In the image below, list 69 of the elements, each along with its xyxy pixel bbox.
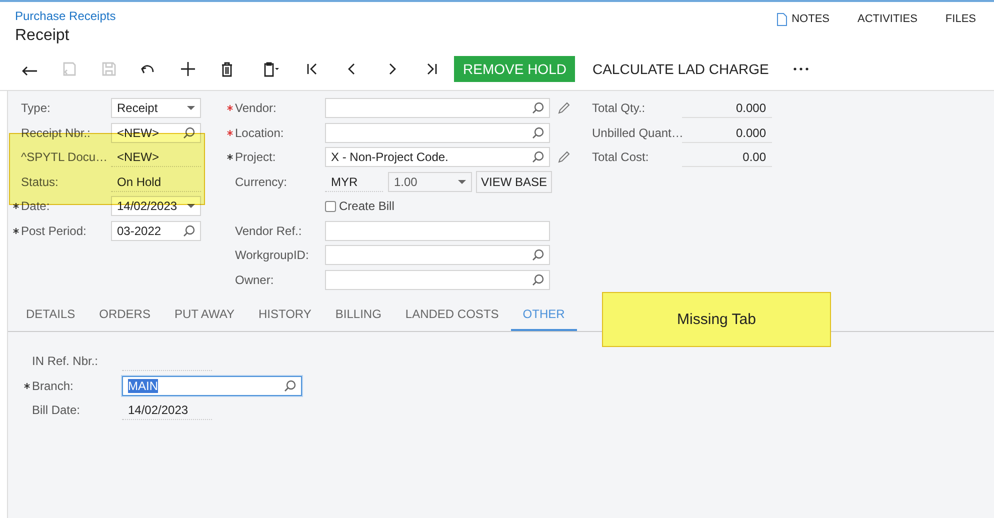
pencil-icon[interactable] xyxy=(558,102,570,114)
readonly-field: <NEW> xyxy=(111,147,201,168)
create-bill-checkbox[interactable]: Create Bill xyxy=(325,199,394,214)
tab[interactable]: PUT AWAY xyxy=(162,296,246,331)
search-icon xyxy=(532,102,544,114)
header-link[interactable]: NOTES xyxy=(776,13,830,27)
required-icon xyxy=(24,382,30,389)
search-icon xyxy=(284,380,296,392)
tab[interactable]: DETAILS xyxy=(14,296,88,331)
field-label: ^SPYTL Docu… xyxy=(21,150,109,164)
summary-value: 0.000 xyxy=(682,98,772,118)
tab[interactable]: LANDED COSTS xyxy=(393,296,511,331)
tab[interactable]: HISTORY xyxy=(246,296,324,331)
field-label: Post Period: xyxy=(21,224,88,238)
rate-dropdown[interactable]: 1.00 xyxy=(388,172,472,192)
search-icon xyxy=(183,224,195,237)
tab[interactable]: BILLING xyxy=(323,296,394,331)
required-icon xyxy=(227,154,233,160)
currency-field: MYR xyxy=(325,172,383,192)
lookup-field[interactable]: X - Non-Project Code. xyxy=(325,147,550,168)
field-label: WorkgroupID: xyxy=(235,248,310,262)
field-label: Branch: xyxy=(32,378,74,393)
field-label: Bill Date: xyxy=(32,403,82,418)
header-link[interactable]: FILES xyxy=(945,13,976,27)
search-icon xyxy=(532,151,544,164)
dropdown-field[interactable]: Receipt xyxy=(111,98,201,118)
view-base-button[interactable]: VIEW BASE xyxy=(476,170,552,193)
toolbar-button[interactable]: CALCULATE LAD CHARGE xyxy=(575,56,781,82)
lookup-field[interactable] xyxy=(325,245,550,266)
more-icon[interactable] xyxy=(792,67,809,71)
summary-label: Total Cost: xyxy=(592,150,650,164)
header-link[interactable]: ACTIVITIES xyxy=(858,13,918,27)
page-title: Receipt xyxy=(15,27,70,45)
lookup-field[interactable]: MAIN xyxy=(122,376,302,396)
annotation-callout: Missing Tab xyxy=(602,292,831,347)
required-icon xyxy=(13,228,19,234)
field-label: Type: xyxy=(21,101,52,116)
summary-value: 0.00 xyxy=(682,147,772,168)
required-icon xyxy=(13,203,19,210)
summary-label: Unbilled Quant… xyxy=(592,126,682,140)
lookup-field[interactable]: 03-2022 xyxy=(111,220,201,241)
field-label: Status: xyxy=(21,174,60,189)
field-label: Vendor Ref.: xyxy=(235,224,303,238)
search-icon xyxy=(532,274,544,286)
document-icon xyxy=(776,13,787,26)
search-icon xyxy=(183,126,195,139)
tab[interactable]: ORDERS xyxy=(87,296,162,331)
pencil-icon[interactable] xyxy=(558,151,570,164)
required-icon xyxy=(227,105,233,112)
lookup-field[interactable] xyxy=(325,270,550,290)
caret-icon xyxy=(458,180,466,184)
field-label: Vendor: xyxy=(235,101,278,116)
readonly-field: 14/02/2023 xyxy=(122,400,212,420)
caret-icon xyxy=(187,106,195,110)
search-icon xyxy=(532,126,544,139)
required-icon xyxy=(227,130,233,136)
text-field[interactable] xyxy=(325,220,550,241)
field-label: Currency: xyxy=(235,174,288,189)
field-label: IN Ref. Nbr.: xyxy=(32,354,100,368)
lookup-field[interactable] xyxy=(325,98,550,118)
readonly-field: On Hold xyxy=(111,172,201,192)
lookup-field[interactable] xyxy=(325,122,550,143)
summary-label: Total Qty.: xyxy=(592,101,646,116)
field-label: Location: xyxy=(235,126,285,140)
breadcrumb-link[interactable]: Purchase Receipts xyxy=(15,9,116,23)
field-label: Owner: xyxy=(235,272,275,287)
field-label: Project: xyxy=(235,150,277,164)
summary-value: 0.000 xyxy=(682,122,772,143)
search-icon xyxy=(532,249,544,262)
